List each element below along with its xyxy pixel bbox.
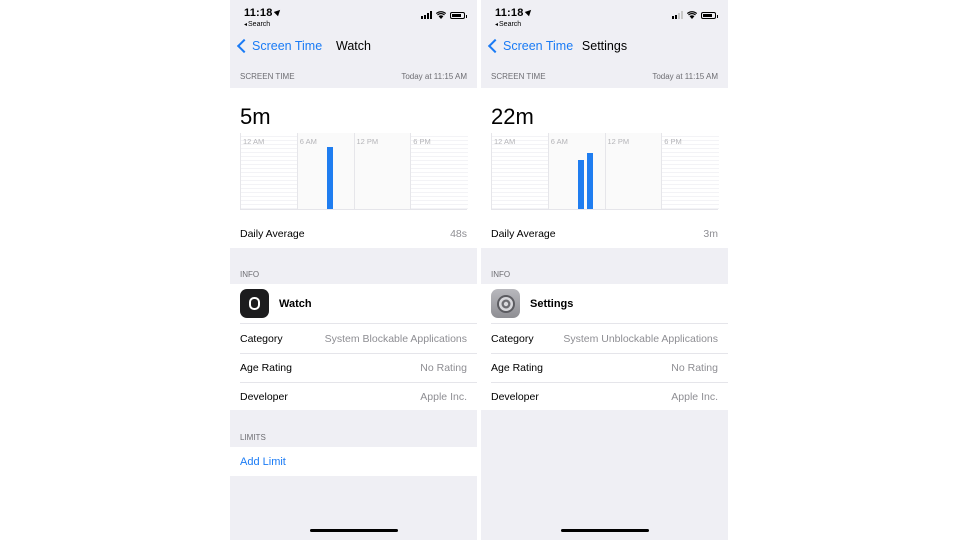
app-name: Settings	[530, 297, 574, 310]
location-icon	[273, 7, 282, 17]
chart-tick-label: 12 AM	[243, 137, 265, 146]
hourly-usage-chart: 12 AM 6 AM 12 PM 6 PM	[240, 133, 468, 210]
usage-bar	[326, 146, 333, 209]
battery-icon	[701, 12, 718, 19]
chart-tick-label: 6 AM	[299, 137, 317, 146]
app-identity-row: Settings	[491, 284, 728, 324]
home-indicator[interactable]	[560, 529, 649, 532]
info-section-header: INFO	[491, 270, 511, 279]
usage-total: 5m	[240, 104, 271, 129]
back-to-search[interactable]: Search	[495, 21, 521, 28]
watch-app-icon	[240, 289, 269, 318]
info-card: Settings Category System Unblockable App…	[481, 284, 728, 410]
battery-icon	[450, 12, 467, 19]
developer-row: Developer Apple Inc.	[240, 390, 467, 403]
watch-app-detail-screen: 11:18 Search Screen Time Watch SCREEN TI…	[230, 0, 477, 540]
navigation-bar: Screen Time Settings	[481, 32, 728, 62]
hourly-usage-chart: 12 AM 6 AM 12 PM 6 PM	[491, 133, 719, 210]
chart-tick-label: 12 PM	[356, 137, 379, 146]
chart-tick-label: 12 PM	[607, 137, 630, 146]
settings-app-detail-screen: 11:18 Search Screen Time Settings SCREEN…	[481, 0, 728, 540]
wifi-icon	[687, 11, 697, 19]
cellular-signal-icon	[421, 11, 432, 19]
usage-card: 22m 12 AM 6 AM 12 PM 6 PM Daily Average …	[481, 88, 728, 248]
screen-time-section-header: SCREEN TIME Today at 11:15 AM	[491, 72, 718, 81]
developer-row: Developer Apple Inc.	[491, 390, 718, 403]
gear-icon	[496, 294, 515, 313]
usage-bar	[577, 160, 584, 209]
info-section-header: INFO	[240, 270, 260, 279]
chart-tick-label: 6 AM	[550, 137, 568, 146]
chart-tick-label: 12 AM	[494, 137, 516, 146]
app-identity-row: Watch	[240, 284, 477, 324]
info-card: Watch Category System Blockable Applicat…	[230, 284, 477, 410]
age-rating-row: Age Rating No Rating	[491, 353, 728, 383]
chart-tick-label: 6 PM	[664, 137, 682, 146]
settings-app-icon	[491, 289, 520, 318]
page-title: Settings	[581, 39, 628, 53]
last-updated-timestamp: Today at 11:15 AM	[652, 72, 718, 81]
screen-time-section-header: SCREEN TIME Today at 11:15 AM	[240, 72, 467, 81]
category-row: Category System Blockable Applications	[240, 324, 477, 354]
home-indicator[interactable]	[309, 529, 398, 532]
app-name: Watch	[279, 297, 312, 310]
last-updated-timestamp: Today at 11:15 AM	[401, 72, 467, 81]
usage-total: 22m	[491, 104, 534, 129]
location-icon	[524, 7, 533, 17]
navigation-bar: Screen Time Watch	[230, 32, 477, 62]
chart-tick-label: 6 PM	[413, 137, 431, 146]
wifi-icon	[436, 11, 446, 19]
usage-bar	[587, 152, 594, 209]
limits-card: Add Limit	[230, 447, 477, 476]
status-bar: 11:18 Search	[230, 0, 477, 30]
daily-average-row: Daily Average 48s	[240, 227, 467, 240]
category-row: Category System Unblockable Applications	[491, 324, 728, 354]
status-time: 11:18	[244, 7, 282, 19]
add-limit-button[interactable]: Add Limit	[240, 447, 477, 476]
page-title: Watch	[336, 39, 371, 53]
limits-section-header: LIMITS	[240, 433, 266, 442]
daily-average-row: Daily Average 3m	[491, 227, 718, 240]
status-bar: 11:18 Search	[481, 0, 728, 30]
cellular-signal-icon	[672, 11, 683, 19]
usage-card: 5m 12 AM 6 AM 12 PM 6 PM Daily Average 4…	[230, 88, 477, 248]
age-rating-row: Age Rating No Rating	[240, 353, 477, 383]
back-to-search[interactable]: Search	[244, 21, 270, 28]
status-time: 11:18	[495, 7, 533, 19]
